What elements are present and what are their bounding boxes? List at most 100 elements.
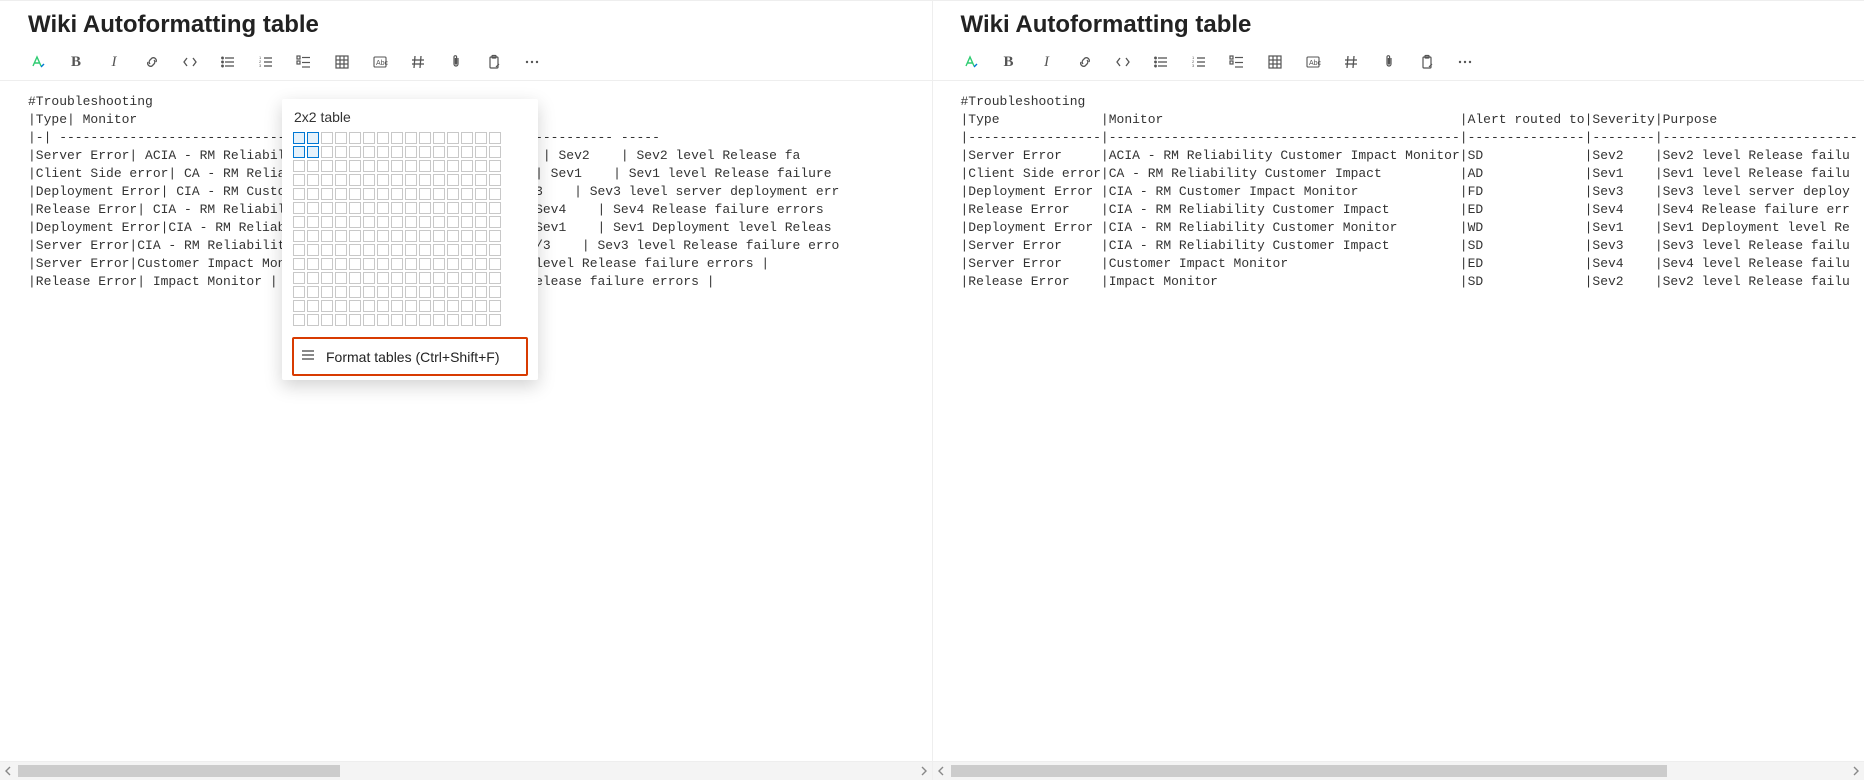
grid-cell[interactable] — [489, 258, 501, 270]
grid-cell[interactable] — [349, 132, 361, 144]
grid-cell[interactable] — [391, 132, 403, 144]
grid-cell[interactable] — [433, 244, 445, 256]
grid-cell[interactable] — [447, 286, 459, 298]
grid-cell[interactable] — [293, 230, 305, 242]
grid-cell[interactable] — [363, 160, 375, 172]
grid-cell[interactable] — [377, 160, 389, 172]
grid-cell[interactable] — [475, 132, 487, 144]
grid-cell[interactable] — [405, 160, 417, 172]
scroll-track-left[interactable] — [18, 765, 914, 777]
grid-cell[interactable] — [349, 188, 361, 200]
grid-cell[interactable] — [461, 244, 473, 256]
grid-cell[interactable] — [447, 202, 459, 214]
grid-cell[interactable] — [321, 160, 333, 172]
grid-cell[interactable] — [419, 300, 431, 312]
grid-cell[interactable] — [391, 258, 403, 270]
grid-cell[interactable] — [349, 272, 361, 284]
grid-cell[interactable] — [433, 202, 445, 214]
attachment-icon[interactable] — [446, 52, 466, 72]
grid-cell[interactable] — [307, 216, 319, 228]
grid-cell[interactable] — [461, 188, 473, 200]
grid-cell[interactable] — [307, 146, 319, 158]
grid-cell[interactable] — [377, 202, 389, 214]
grid-cell[interactable] — [321, 174, 333, 186]
checklist-icon[interactable] — [294, 52, 314, 72]
grid-cell[interactable] — [377, 244, 389, 256]
code-icon[interactable] — [180, 52, 200, 72]
grid-cell[interactable] — [489, 300, 501, 312]
grid-cell[interactable] — [363, 188, 375, 200]
grid-cell[interactable] — [433, 160, 445, 172]
grid-cell[interactable] — [419, 244, 431, 256]
grid-cell[interactable] — [391, 244, 403, 256]
grid-cell[interactable] — [447, 174, 459, 186]
grid-cell[interactable] — [433, 188, 445, 200]
grid-cell[interactable] — [391, 272, 403, 284]
grid-cell[interactable] — [475, 230, 487, 242]
grid-cell[interactable] — [405, 188, 417, 200]
scroll-right-icon[interactable] — [1846, 762, 1864, 780]
grid-cell[interactable] — [391, 188, 403, 200]
grid-cell[interactable] — [461, 272, 473, 284]
grid-cell[interactable] — [293, 202, 305, 214]
grid-cell[interactable] — [307, 230, 319, 242]
grid-cell[interactable] — [307, 286, 319, 298]
hash-icon[interactable] — [1341, 52, 1361, 72]
grid-cell[interactable] — [475, 146, 487, 158]
grid-cell[interactable] — [489, 272, 501, 284]
grid-cell[interactable] — [489, 160, 501, 172]
grid-cell[interactable] — [419, 160, 431, 172]
grid-cell[interactable] — [335, 160, 347, 172]
grid-cell[interactable] — [405, 272, 417, 284]
grid-cell[interactable] — [405, 202, 417, 214]
grid-cell[interactable] — [447, 146, 459, 158]
link-icon[interactable] — [142, 52, 162, 72]
grid-cell[interactable] — [419, 258, 431, 270]
grid-cell[interactable] — [489, 146, 501, 158]
scroll-track-right[interactable] — [951, 765, 1847, 777]
grid-cell[interactable] — [433, 300, 445, 312]
grid-cell[interactable] — [405, 174, 417, 186]
grid-cell[interactable] — [489, 188, 501, 200]
grid-cell[interactable] — [489, 174, 501, 186]
grid-cell[interactable] — [405, 286, 417, 298]
grid-cell[interactable] — [293, 300, 305, 312]
grid-cell[interactable] — [349, 160, 361, 172]
grid-cell[interactable] — [335, 286, 347, 298]
grid-cell[interactable] — [321, 146, 333, 158]
grid-cell[interactable] — [335, 202, 347, 214]
grid-cell[interactable] — [419, 216, 431, 228]
grid-cell[interactable] — [307, 160, 319, 172]
grid-cell[interactable] — [293, 272, 305, 284]
grid-cell[interactable] — [335, 258, 347, 270]
editor-line[interactable]: |Release Error |Impact Monitor |SD |Sev2… — [961, 273, 1864, 291]
grid-cell[interactable] — [335, 132, 347, 144]
grid-cell[interactable] — [377, 314, 389, 326]
grid-cell[interactable] — [307, 314, 319, 326]
editor-line[interactable]: |Client Side error|CA - RM Reliability C… — [961, 165, 1864, 183]
grid-cell[interactable] — [405, 230, 417, 242]
editor-scroll-right[interactable]: #Troubleshooting|Type |Monitor |Alert ro… — [933, 81, 1864, 761]
grid-cell[interactable] — [419, 314, 431, 326]
grid-cell[interactable] — [461, 286, 473, 298]
grid-cell[interactable] — [405, 300, 417, 312]
grid-cell[interactable] — [433, 258, 445, 270]
hscroll-right[interactable] — [933, 761, 1864, 780]
scroll-left-icon[interactable] — [0, 762, 18, 780]
editor-line[interactable]: |Server Error |Customer Impact Monitor |… — [961, 255, 1864, 273]
grid-cell[interactable] — [447, 258, 459, 270]
grid-cell[interactable] — [377, 216, 389, 228]
grid-cell[interactable] — [433, 286, 445, 298]
grid-cell[interactable] — [391, 230, 403, 242]
grid-cell[interactable] — [489, 132, 501, 144]
grid-cell[interactable] — [489, 216, 501, 228]
grid-cell[interactable] — [293, 216, 305, 228]
grid-cell[interactable] — [447, 160, 459, 172]
grid-cell[interactable] — [335, 272, 347, 284]
grid-cell[interactable] — [391, 216, 403, 228]
grid-cell[interactable] — [349, 314, 361, 326]
italic-icon[interactable]: I — [104, 52, 124, 72]
more-icon[interactable] — [1455, 52, 1475, 72]
grid-cell[interactable] — [335, 188, 347, 200]
grid-cell[interactable] — [335, 300, 347, 312]
